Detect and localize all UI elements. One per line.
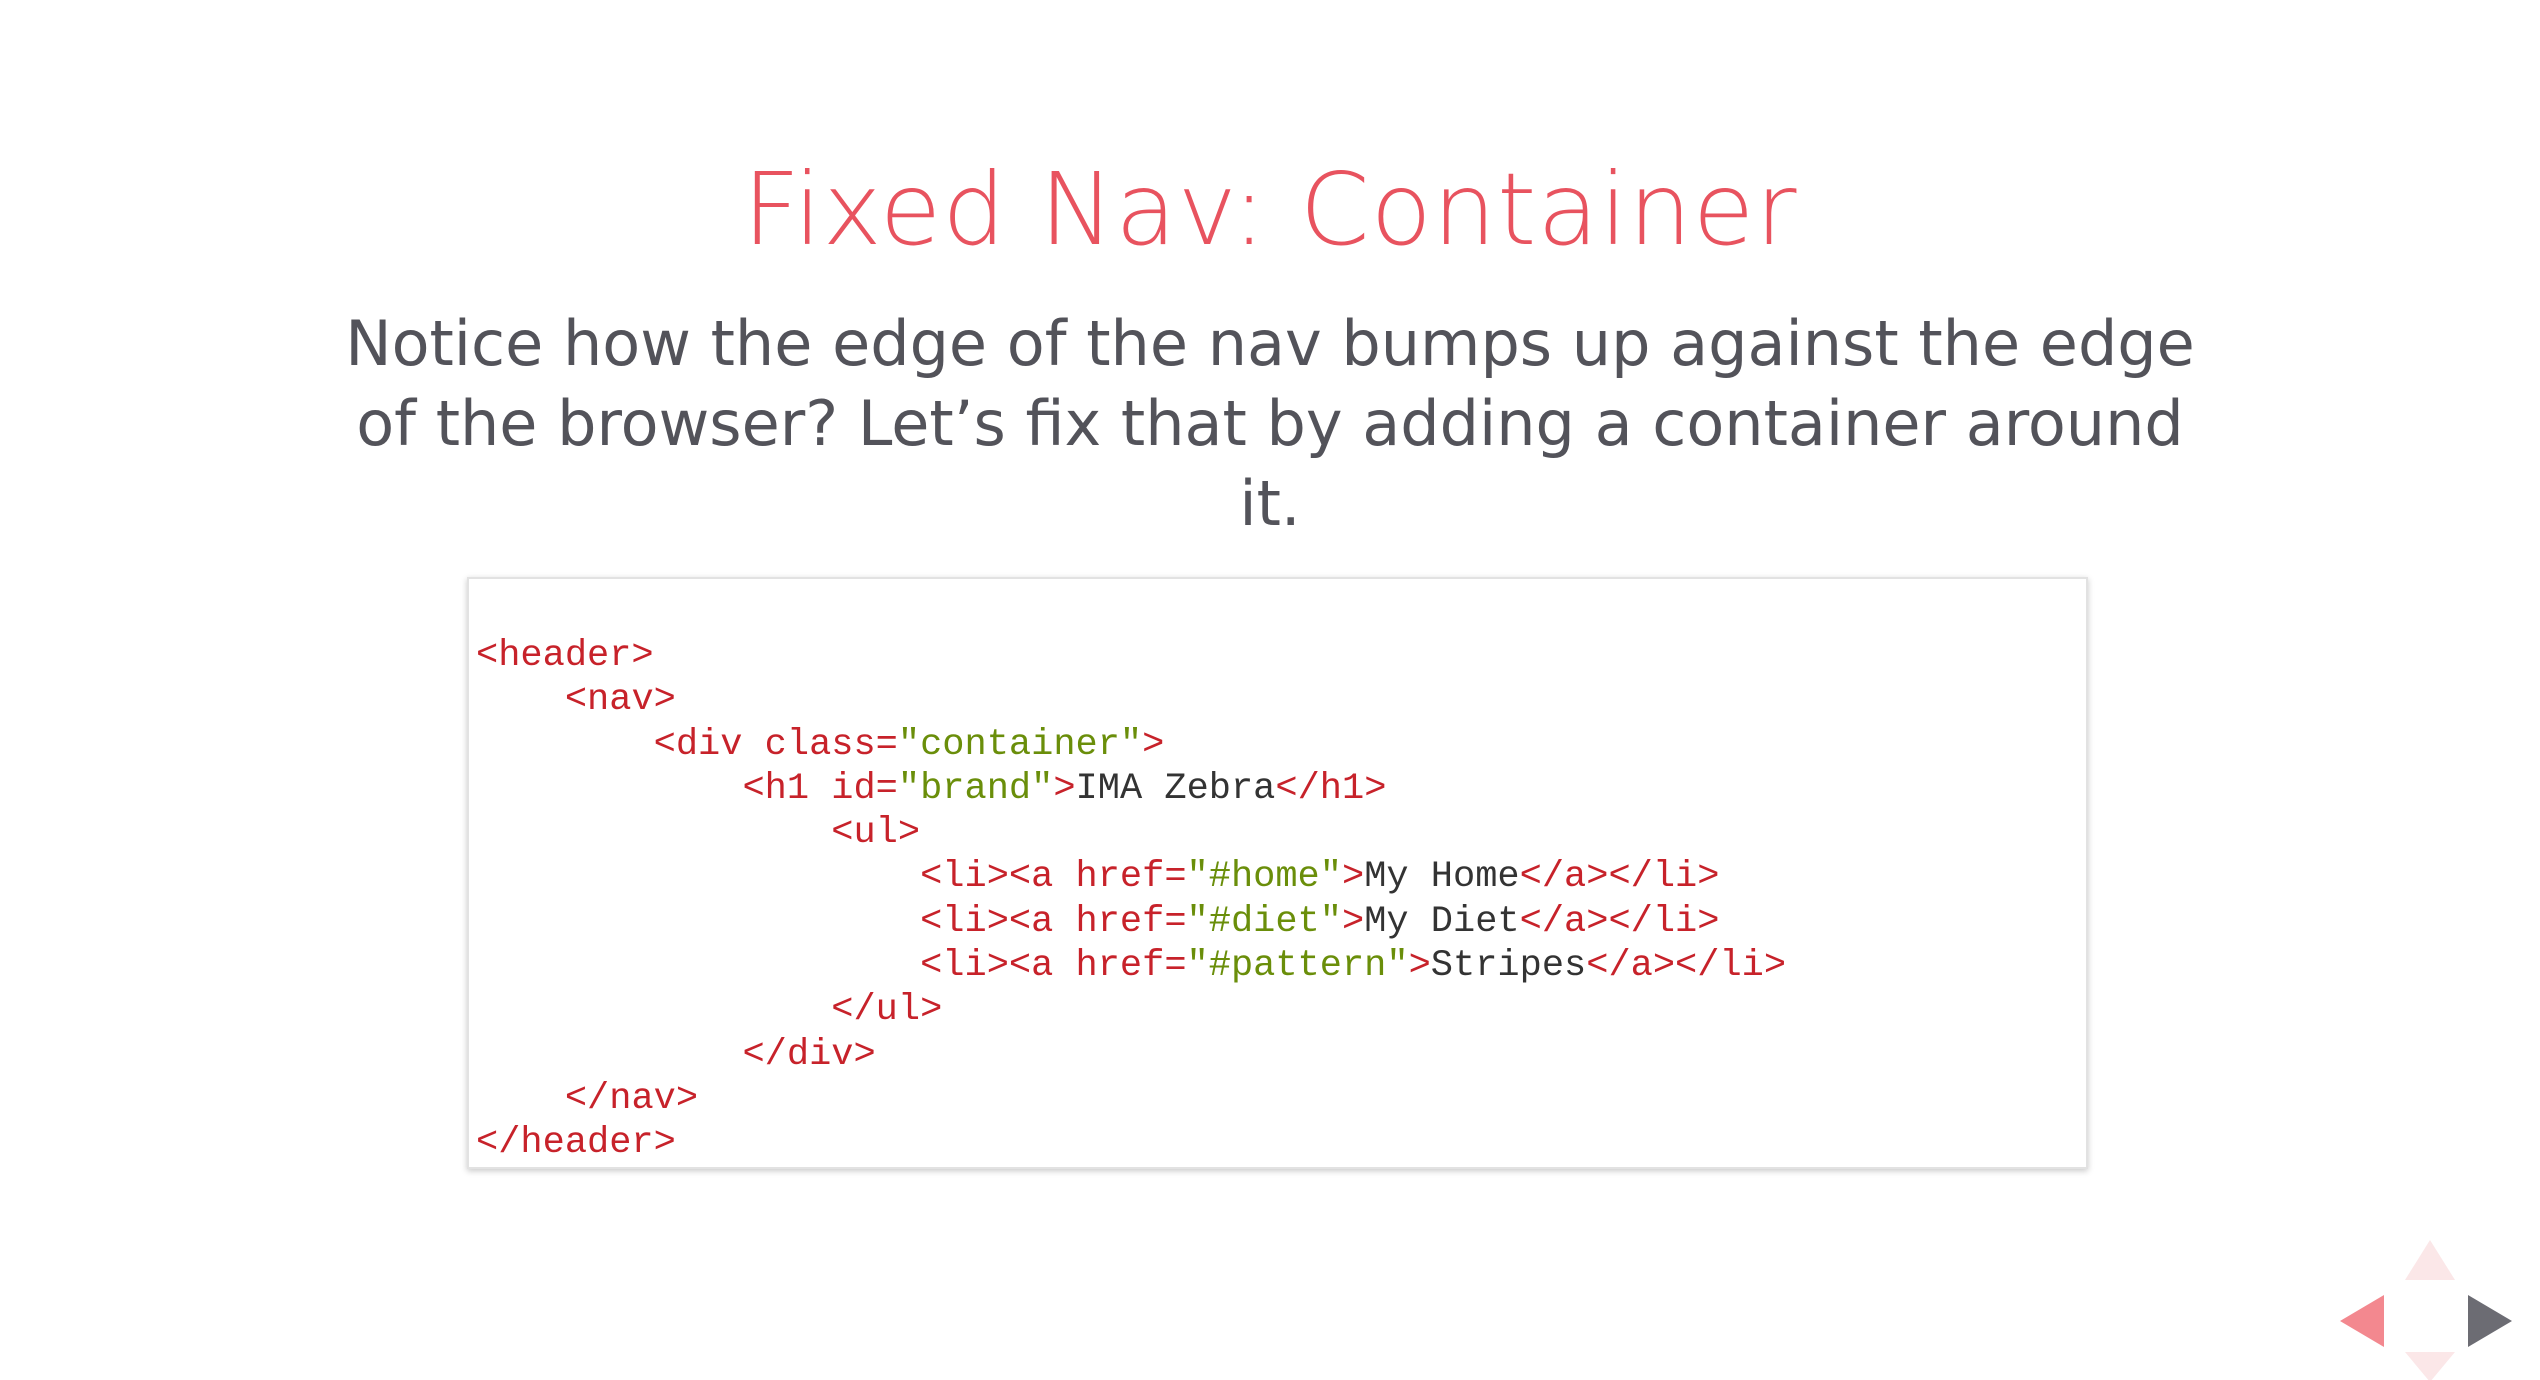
code-tag-token: > [1408, 945, 1431, 988]
slide-subtitle: Notice how the edge of the nav bumps up … [345, 307, 2195, 540]
code-string-token: "#pattern" [1186, 945, 1409, 988]
slide-navigation-controls [2340, 1240, 2520, 1380]
code-tag-token: </div> [742, 1033, 876, 1076]
code-text-token: My Diet [1364, 900, 1520, 943]
code-tag-token: > [1053, 767, 1076, 810]
code-line: <header> [476, 634, 1786, 678]
code-tag-token: </ul> [831, 989, 943, 1032]
code-line: <li><a href="#pattern">Stripes</a></li> [476, 944, 1786, 988]
code-string-token: "#diet" [1186, 900, 1342, 943]
code-tag-token: <header> [476, 635, 654, 677]
code-line: </ul> [476, 988, 1786, 1032]
code-line: <nav> [476, 678, 1786, 722]
code-tag-token: </a></li> [1519, 900, 1720, 943]
slide-title: Fixed Nav: Container [742, 151, 1798, 268]
code-line: <ul> [476, 811, 1786, 855]
nav-up-button[interactable] [2405, 1240, 2455, 1280]
code-tag-token: </a></li> [1586, 945, 1787, 988]
code-tag-token: > [1341, 856, 1365, 899]
code-tag-token: > [1341, 900, 1365, 943]
code-tag-token: <li><a href= [920, 945, 1187, 988]
code-tag-token: > [1142, 723, 1165, 766]
code-listing: <header> <nav> <div class="container"> <… [476, 634, 1786, 1166]
code-line: <li><a href="#home">My Home</a></li> [476, 855, 1786, 899]
code-text-token: IMA Zebra [1075, 767, 1276, 810]
code-line: </div> [476, 1033, 1786, 1077]
code-tag-token: </header> [476, 1122, 676, 1165]
code-line: <div class="container"> [476, 723, 1786, 767]
code-tag-token: <div class= [653, 723, 898, 766]
code-string-token: "container" [897, 723, 1143, 766]
code-tag-token: <li><a href= [920, 900, 1187, 943]
code-tag-token: </a></li> [1519, 856, 1720, 899]
code-line: </header> [476, 1121, 1786, 1165]
code-string-token: "#home" [1186, 856, 1342, 899]
code-tag-token: <nav> [564, 679, 676, 722]
code-tag-token: <li><a href= [920, 856, 1187, 899]
code-tag-token: <h1 id= [742, 767, 898, 810]
nav-previous-button[interactable] [2340, 1295, 2384, 1347]
code-tag-token: <ul> [831, 812, 921, 855]
code-line: </nav> [476, 1077, 1786, 1121]
code-text-token: Stripes [1430, 945, 1587, 988]
code-line: <h1 id="brand">IMA Zebra</h1> [476, 767, 1786, 811]
code-string-token: "brand" [897, 767, 1054, 810]
code-tag-token: </h1> [1275, 767, 1387, 810]
nav-next-button[interactable] [2468, 1295, 2512, 1347]
code-text-token: My Home [1364, 856, 1520, 899]
code-block: <header> <nav> <div class="container"> <… [467, 577, 2088, 1169]
code-line: <li><a href="#diet">My Diet</a></li> [476, 900, 1786, 944]
nav-down-button[interactable] [2405, 1352, 2455, 1380]
code-tag-token: </nav> [564, 1077, 699, 1120]
